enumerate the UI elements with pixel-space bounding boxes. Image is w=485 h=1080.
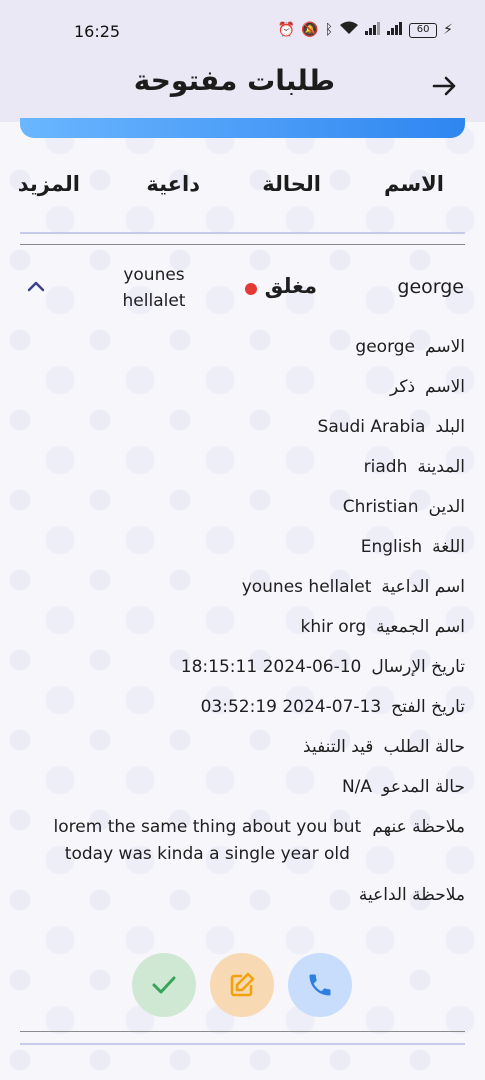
wifi-icon — [339, 21, 359, 39]
detail-open-date: تاريخ الفتح 2024-07-13 03:52:19 — [200, 697, 465, 717]
edit-icon — [230, 972, 255, 997]
mute-icon: 🔕 — [301, 22, 319, 38]
charging-icon: ⚡ — [443, 22, 453, 38]
detail-sent-date: تاريخ الإرسال 2024-06-10 18:15:11 — [180, 657, 465, 677]
status-dot — [245, 283, 257, 295]
approve-button[interactable] — [132, 953, 196, 1017]
back-button[interactable] — [429, 70, 461, 102]
accent-bar — [20, 118, 465, 138]
header-divider-line — [20, 244, 465, 245]
battery-level: 60 — [416, 24, 430, 35]
action-buttons — [0, 953, 485, 1019]
detail-city: المدينة riadh — [363, 457, 465, 477]
row-daiya: younes hellalet — [122, 265, 186, 311]
status-icons: ⏰ 🔕 ᛒ 60 ⚡ — [278, 21, 453, 39]
row-status: مغلق — [264, 274, 317, 298]
header-name: الاسم — [384, 172, 444, 196]
detail-request-status: حالة الطلب قيد التنفيذ — [303, 737, 465, 757]
page-title: طلبات مفتوحة — [133, 64, 335, 97]
app-bar: طلبات مفتوحة — [0, 56, 485, 122]
bluetooth-icon: ᛒ — [324, 22, 334, 38]
signal-icon — [387, 21, 403, 39]
detail-note-about: ملاحظة عنهم lorem the same thing about y… — [53, 817, 465, 864]
header-divider — [20, 232, 465, 234]
header-daiya: داعية — [146, 172, 200, 196]
header-more: المزيد — [17, 172, 80, 196]
call-button[interactable] — [288, 953, 352, 1017]
row-name: george — [397, 276, 464, 298]
chevron-up-icon[interactable] — [26, 278, 46, 294]
status-time: 16:25 — [74, 22, 121, 41]
alarm-icon: ⏰ — [277, 22, 296, 38]
detail-daiya-note: ملاحظة الداعية — [358, 885, 465, 905]
detail-organization: اسم الجمعية khir org — [300, 617, 465, 637]
status-bar: 16:25 ⏰ 🔕 ᛒ 60 ⚡ — [0, 0, 485, 64]
arrow-right-icon — [432, 76, 456, 96]
signal-icon — [365, 21, 381, 39]
check-icon — [152, 976, 176, 994]
header-status: الحالة — [262, 172, 321, 196]
battery-icon: 60 — [409, 22, 438, 38]
detail-name: الاسم george — [355, 337, 465, 357]
table-header: الاسم الحالة داعية المزيد — [17, 172, 465, 208]
detail-invitee-status: حالة المدعو N/A — [341, 777, 465, 797]
detail-country: البلد Saudi Arabia — [317, 417, 465, 437]
detail-religion: الدين Christian — [342, 497, 465, 517]
detail-gender: الاسم ذكر — [389, 377, 465, 397]
bottom-divider — [20, 1043, 465, 1045]
table-row[interactable]: george مغلق younes hellalet — [20, 260, 465, 320]
bottom-divider-line — [20, 1031, 465, 1032]
row-details: الاسم george الاسم ذكر البلد Saudi Arabi… — [25, 334, 465, 922]
detail-daiya-name: اسم الداعية younes hellalet — [241, 577, 465, 597]
edit-button[interactable] — [210, 953, 274, 1017]
phone-icon — [309, 974, 331, 996]
detail-language: اللغة English — [360, 537, 465, 557]
